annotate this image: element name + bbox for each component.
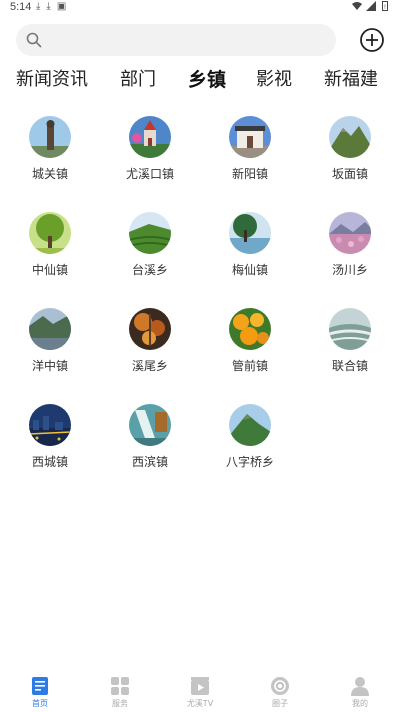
oranges-photo-icon bbox=[229, 308, 271, 350]
flower-field-photo-icon bbox=[329, 212, 371, 254]
town-label: 汤川乡 bbox=[331, 263, 368, 277]
nav-label: 尤溪TV bbox=[186, 699, 214, 708]
nav-services[interactable]: 服务 bbox=[80, 668, 160, 712]
town-item-bazaqiao[interactable]: 八字桥乡 bbox=[200, 404, 300, 484]
nav-youxi-tv[interactable]: 尤溪TV bbox=[160, 668, 240, 712]
notification-icons: ⤓ ⤓ ▣ bbox=[36, 1, 66, 12]
tea-field-photo-icon bbox=[129, 212, 171, 254]
add-channel-button[interactable] bbox=[359, 27, 385, 53]
town-item-lianhe[interactable]: 联合镇 bbox=[300, 308, 400, 388]
status-time: 5:14 bbox=[10, 1, 32, 13]
town-item-zhongxian[interactable]: 中仙镇 bbox=[0, 212, 100, 292]
nav-label: 圈子 bbox=[272, 699, 288, 708]
town-item-xinyang[interactable]: 新阳镇 bbox=[200, 116, 300, 196]
tab-departments[interactable]: 部门 bbox=[120, 66, 156, 94]
nav-label: 服务 bbox=[112, 699, 128, 708]
town-item-youxikou[interactable]: 尤溪口镇 bbox=[100, 116, 200, 196]
town-item-chengguan[interactable]: 城关镇 bbox=[0, 116, 100, 196]
tab-towns[interactable]: 乡镇 bbox=[188, 66, 226, 94]
church-photo-icon bbox=[129, 116, 171, 158]
town-item-xicheng[interactable]: 西城镇 bbox=[0, 404, 100, 484]
town-label: 西滨镇 bbox=[131, 455, 168, 469]
waterfall-photo-icon bbox=[129, 404, 171, 446]
green-hill-photo-icon bbox=[229, 404, 271, 446]
search-icon bbox=[26, 32, 42, 48]
nav-home[interactable]: 首页 bbox=[0, 668, 80, 712]
download-icon: ⤓ bbox=[46, 1, 51, 12]
news-icon bbox=[32, 677, 48, 695]
lake-tree-photo-icon bbox=[229, 212, 271, 254]
gate-photo-icon bbox=[229, 116, 271, 158]
tree-photo-icon bbox=[29, 212, 71, 254]
battery-icon: ! bbox=[382, 1, 388, 11]
signal-icon bbox=[366, 1, 376, 11]
statue-photo-icon bbox=[29, 116, 71, 158]
town-item-taixi[interactable]: 台溪乡 bbox=[100, 212, 200, 292]
search-input[interactable] bbox=[16, 24, 336, 56]
tab-film[interactable]: 影视 bbox=[256, 66, 292, 94]
circle-icon bbox=[271, 677, 289, 695]
autumn-leaves-photo-icon bbox=[129, 308, 171, 350]
tab-new-fujian[interactable]: 新福建 bbox=[324, 66, 378, 94]
town-label: 八字桥乡 bbox=[225, 455, 274, 469]
mountain-photo-icon bbox=[329, 116, 371, 158]
town-label: 梅仙镇 bbox=[231, 263, 268, 277]
video-icon bbox=[191, 677, 209, 695]
town-item-banmian[interactable]: 坂面镇 bbox=[300, 116, 400, 196]
town-item-meixian[interactable]: 梅仙镇 bbox=[200, 212, 300, 292]
grid-icon bbox=[111, 677, 129, 695]
system-icons: ! bbox=[352, 1, 390, 11]
night-city-photo-icon bbox=[29, 404, 71, 446]
town-item-tangchuan[interactable]: 汤川乡 bbox=[300, 212, 400, 292]
town-label: 新阳镇 bbox=[231, 167, 268, 181]
town-item-xibin[interactable]: 西滨镇 bbox=[100, 404, 200, 484]
download-icon: ⤓ bbox=[36, 1, 41, 12]
nav-label: 首页 bbox=[32, 699, 48, 708]
image-icon: ▣ bbox=[56, 1, 67, 12]
town-label: 洋中镇 bbox=[31, 359, 68, 373]
category-tabs: 新闻资讯 部门 乡镇 影视 新福建 bbox=[0, 66, 400, 96]
nav-profile[interactable]: 我的 bbox=[320, 668, 400, 712]
nav-label: 我的 bbox=[352, 699, 368, 708]
bottom-nav: 首页 服务 尤溪TV 圈子 我的 bbox=[0, 668, 400, 712]
town-label: 溪尾乡 bbox=[131, 359, 168, 373]
valley-photo-icon bbox=[29, 308, 71, 350]
tab-news[interactable]: 新闻资讯 bbox=[16, 66, 88, 94]
misty-terraces-photo-icon bbox=[329, 308, 371, 350]
town-label: 管前镇 bbox=[231, 359, 268, 373]
wifi-icon bbox=[352, 2, 362, 10]
town-label: 坂面镇 bbox=[331, 167, 368, 181]
status-bar: 5:14 ⤓ ⤓ ▣ ! bbox=[0, 0, 400, 16]
town-item-xiwei[interactable]: 溪尾乡 bbox=[100, 308, 200, 388]
user-icon bbox=[351, 677, 369, 696]
town-label: 台溪乡 bbox=[131, 263, 168, 277]
nav-circle[interactable]: 圈子 bbox=[240, 668, 320, 712]
town-label: 尤溪口镇 bbox=[125, 167, 174, 181]
town-label: 中仙镇 bbox=[31, 263, 68, 277]
town-label: 城关镇 bbox=[31, 167, 68, 181]
town-label: 联合镇 bbox=[331, 359, 368, 373]
town-item-yangzhong[interactable]: 洋中镇 bbox=[0, 308, 100, 388]
town-item-guanqian[interactable]: 管前镇 bbox=[200, 308, 300, 388]
town-label: 西城镇 bbox=[31, 455, 68, 469]
